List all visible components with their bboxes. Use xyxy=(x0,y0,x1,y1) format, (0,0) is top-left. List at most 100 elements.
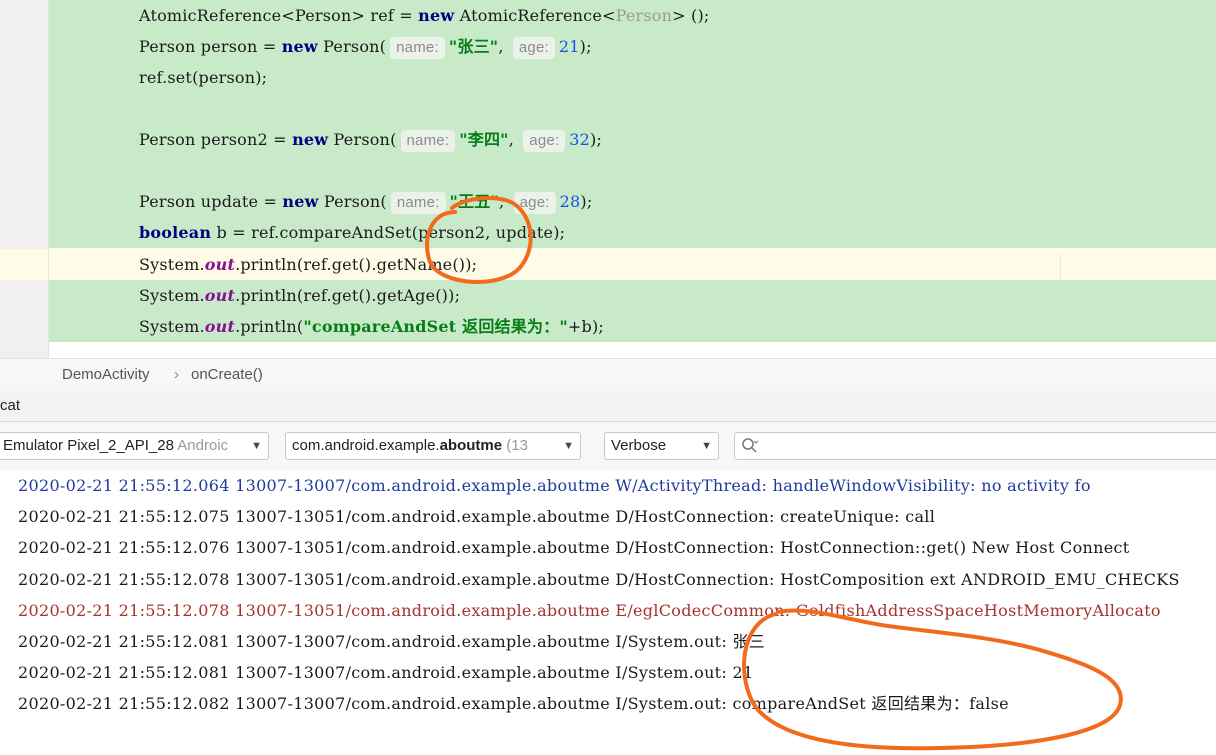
log-line[interactable]: 2020-02-21 21:55:12.078 13007-13051/com.… xyxy=(18,564,1180,595)
code-token: out xyxy=(204,255,236,274)
code-line[interactable]: Person person = new Person(name: "张三", ag… xyxy=(49,31,1216,62)
code-token: .println(ref.get().getAge()); xyxy=(235,286,461,305)
code-token: Person( xyxy=(317,37,387,56)
code-token: Person( xyxy=(328,130,397,149)
code-token: out xyxy=(204,286,236,305)
code-token: System. xyxy=(139,286,205,305)
code-token: b = ref.compareAndSet(person2, update); xyxy=(211,223,566,242)
code-line[interactable]: ref.set(person); xyxy=(49,62,1216,93)
code-token: new xyxy=(418,6,455,25)
code-token: "compareAndSet 返回结果为：" xyxy=(303,317,568,336)
code-token: Person person = xyxy=(139,37,282,56)
code-line[interactable]: System.out.println(ref.get().getAge()); xyxy=(49,280,1216,311)
caret-line-gutter xyxy=(0,249,48,280)
code-token: ); xyxy=(580,192,593,211)
log-line[interactable]: 2020-02-21 21:55:12.064 13007-13007/com.… xyxy=(18,470,1091,501)
code-line-text: System.out.println(ref.get().getAge()); xyxy=(139,280,460,311)
code-token: 21 xyxy=(558,37,580,56)
package-suffix: (13 xyxy=(506,437,528,454)
code-token: 28 xyxy=(559,192,581,211)
code-token: Person update = xyxy=(139,192,283,211)
package-bold: aboutme xyxy=(439,437,503,454)
log-line[interactable]: 2020-02-21 21:55:12.082 13007-13007/com.… xyxy=(18,688,1009,719)
code-token: ); xyxy=(590,130,603,149)
package-prefix: com.android.example. xyxy=(292,437,440,454)
code-token: "张三" xyxy=(448,37,499,56)
log-line[interactable]: 2020-02-21 21:55:12.075 13007-13051/com.… xyxy=(18,501,935,532)
device-suffix: Androic xyxy=(177,437,229,454)
code-token: .println(ref.get().getName()); xyxy=(235,255,478,274)
code-token: , xyxy=(508,130,520,149)
log-line[interactable]: 2020-02-21 21:55:12.076 13007-13051/com.… xyxy=(18,532,1130,563)
code-token: , xyxy=(499,192,510,211)
breadcrumb-method[interactable]: onCreate() xyxy=(191,366,263,383)
logcat-output[interactable]: 2020-02-21 21:55:12.064 13007-13007/com.… xyxy=(0,470,1216,755)
code-token: AtomicReference< xyxy=(454,6,616,25)
code-token: .println( xyxy=(235,317,304,336)
code-line-text: System.out.println("compareAndSet 返回结果为：… xyxy=(139,311,604,342)
log-line[interactable]: 2020-02-21 21:55:12.081 13007-13007/com.… xyxy=(18,626,765,657)
code-line[interactable] xyxy=(49,93,1216,124)
chevron-down-icon: ▼ xyxy=(697,433,712,459)
search-icon xyxy=(742,438,759,453)
breadcrumb-class[interactable]: DemoActivity xyxy=(62,366,150,383)
parameter-hint: name: xyxy=(400,130,456,152)
code-token: , xyxy=(498,37,509,56)
parameter-hint: age: xyxy=(512,37,555,59)
log-level-select[interactable]: Verbose ▼ xyxy=(604,432,719,460)
parameter-hint: age: xyxy=(513,192,556,214)
breadcrumb: DemoActivity › onCreate() xyxy=(0,358,1216,392)
logcat-search-input[interactable] xyxy=(734,432,1216,460)
panel-title: cat xyxy=(0,397,21,414)
code-token: boolean xyxy=(139,223,212,242)
parameter-hint: age: xyxy=(523,130,566,152)
code-token: new xyxy=(292,130,329,149)
code-token: System. xyxy=(139,317,205,336)
code-token: "王五" xyxy=(449,192,500,211)
code-token: ref.set(person); xyxy=(139,68,268,87)
code-token: AtomicReference<Person> ref = xyxy=(139,6,419,25)
log-line[interactable]: 2020-02-21 21:55:12.081 13007-13007/com.… xyxy=(18,657,753,688)
code-line-text: ref.set(person); xyxy=(139,62,267,93)
code-line[interactable] xyxy=(49,155,1216,186)
code-token: Person person2 = xyxy=(139,130,293,149)
device-select[interactable]: Emulator Pixel_2_API_28 Androic ▼ xyxy=(0,432,269,460)
code-line[interactable]: Person update = new Person(name: "王五", ag… xyxy=(49,186,1216,217)
parameter-hint: name: xyxy=(390,192,446,214)
editor-gutter[interactable] xyxy=(0,0,49,358)
log-line[interactable]: 2020-02-21 21:55:12.078 13007-13051/com.… xyxy=(18,595,1161,626)
code-line-text: Person update = new Person(name: "王五", ag… xyxy=(139,186,592,217)
code-token: new xyxy=(282,192,319,211)
code-line[interactable]: AtomicReference<Person> ref = new Atomic… xyxy=(49,0,1216,31)
code-token: ); xyxy=(579,37,592,56)
code-token: out xyxy=(204,317,236,336)
right-margin-guide xyxy=(1060,255,1061,283)
code-editor[interactable]: AtomicReference<Person> ref = new Atomic… xyxy=(0,0,1216,358)
code-token: "李四" xyxy=(459,130,509,149)
logcat-toolbar: Emulator Pixel_2_API_28 Androic ▼ com.an… xyxy=(0,422,1216,470)
breadcrumb-separator: › xyxy=(174,366,179,383)
code-line-text: AtomicReference<Person> ref = new Atomic… xyxy=(139,0,710,31)
code-line[interactable]: System.out.println("compareAndSet 返回结果为：… xyxy=(49,311,1216,342)
log-level-value: Verbose xyxy=(611,437,667,454)
code-token: Person xyxy=(615,6,673,25)
code-token: new xyxy=(281,37,318,56)
code-line[interactable]: System.out.println(ref.get().getName()); xyxy=(0,249,1216,280)
code-line[interactable]: Person person2 = new Person(name: "李四", a… xyxy=(49,124,1216,155)
package-select[interactable]: com.android.example.aboutme (13 ▼ xyxy=(285,432,581,460)
code-line-text: System.out.println(ref.get().getName()); xyxy=(139,249,477,280)
code-token: +b); xyxy=(567,317,604,336)
code-token: System. xyxy=(139,255,205,274)
chevron-down-icon: ▼ xyxy=(559,433,574,459)
parameter-hint: name: xyxy=(390,37,445,59)
code-line[interactable]: boolean b = ref.compareAndSet(person2, u… xyxy=(49,217,1216,248)
code-token: 32 xyxy=(569,130,591,149)
code-line-text: boolean b = ref.compareAndSet(person2, u… xyxy=(139,217,565,248)
code-line-text: Person person = new Person(name: "张三", ag… xyxy=(139,31,592,62)
code-token: > (); xyxy=(672,6,710,25)
logcat-panel-header: cat xyxy=(0,391,1216,422)
code-line-text: Person person2 = new Person(name: "李四", a… xyxy=(139,124,602,155)
device-name: Emulator Pixel_2_API_28 xyxy=(3,437,174,454)
code-token: Person( xyxy=(318,192,387,211)
chevron-down-icon: ▼ xyxy=(247,433,262,459)
